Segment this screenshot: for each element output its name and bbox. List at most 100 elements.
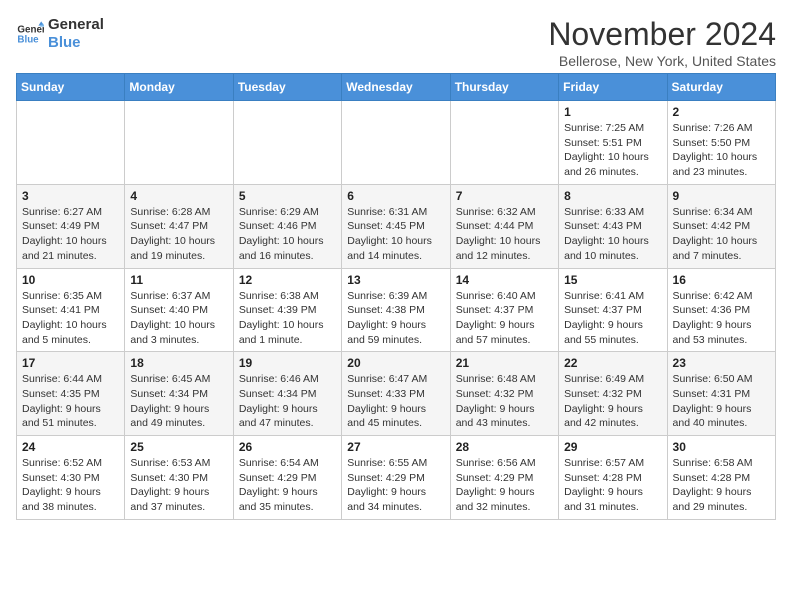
calendar-cell: 20 Sunrise: 6:47 AM Sunset: 4:33 PM Dayli…	[342, 352, 450, 436]
day-info: Sunrise: 6:42 AM Sunset: 4:36 PM Dayligh…	[673, 289, 770, 348]
weekday-header-tuesday: Tuesday	[233, 74, 341, 101]
calendar-cell: 1Sunrise: 7:25 AM Sunset: 5:51 PM Daylig…	[559, 101, 667, 185]
calendar-cell: 5Sunrise: 6:29 AM Sunset: 4:46 PM Daylig…	[233, 184, 341, 268]
day-info: Sunrise: 6:50 AM Sunset: 4:31 PM Dayligh…	[673, 372, 770, 431]
title-area: November 2024 Bellerose, New York, Unite…	[548, 16, 776, 69]
day-info: Sunrise: 6:54 AM Sunset: 4:29 PM Dayligh…	[239, 456, 336, 515]
day-info: Sunrise: 6:40 AM Sunset: 4:37 PM Dayligh…	[456, 289, 553, 348]
logo-icon: General Blue	[16, 20, 44, 48]
day-number: 3	[22, 189, 119, 203]
day-number: 16	[673, 273, 770, 287]
day-info: Sunrise: 6:56 AM Sunset: 4:29 PM Dayligh…	[456, 456, 553, 515]
calendar-cell: 25 Sunrise: 6:53 AM Sunset: 4:30 PM Dayli…	[125, 436, 233, 520]
day-info: Sunrise: 6:55 AM Sunset: 4:29 PM Dayligh…	[347, 456, 444, 515]
calendar-cell	[450, 101, 558, 185]
day-number: 20	[347, 356, 444, 370]
day-info: Sunrise: 6:32 AM Sunset: 4:44 PM Dayligh…	[456, 205, 553, 264]
weekday-header-friday: Friday	[559, 74, 667, 101]
day-number: 1	[564, 105, 661, 119]
calendar-cell: 24Sunrise: 6:52 AM Sunset: 4:30 PM Dayli…	[17, 436, 125, 520]
calendar-cell: 19Sunrise: 6:46 AM Sunset: 4:34 PM Dayli…	[233, 352, 341, 436]
day-number: 21	[456, 356, 553, 370]
week-row-5: 24Sunrise: 6:52 AM Sunset: 4:30 PM Dayli…	[17, 436, 776, 520]
day-info: Sunrise: 6:29 AM Sunset: 4:46 PM Dayligh…	[239, 205, 336, 264]
calendar-cell: 8Sunrise: 6:33 AM Sunset: 4:43 PM Daylig…	[559, 184, 667, 268]
calendar-cell	[125, 101, 233, 185]
weekday-header-saturday: Saturday	[667, 74, 775, 101]
day-info: Sunrise: 6:37 AM Sunset: 4:40 PM Dayligh…	[130, 289, 227, 348]
logo: General Blue General Blue	[16, 16, 104, 52]
week-row-4: 17Sunrise: 6:44 AM Sunset: 4:35 PM Dayli…	[17, 352, 776, 436]
day-info: Sunrise: 6:45 AM Sunset: 4:34 PM Dayligh…	[130, 372, 227, 431]
calendar-cell: 28 Sunrise: 6:56 AM Sunset: 4:29 PM Dayli…	[450, 436, 558, 520]
day-number: 12	[239, 273, 336, 287]
day-info: Sunrise: 6:57 AM Sunset: 4:28 PM Dayligh…	[564, 456, 661, 515]
weekday-header-thursday: Thursday	[450, 74, 558, 101]
day-info: Sunrise: 7:26 AM Sunset: 5:50 PM Dayligh…	[673, 121, 770, 180]
day-number: 2	[673, 105, 770, 119]
calendar-cell: 12 Sunrise: 6:38 AM Sunset: 4:39 PM Dayli…	[233, 268, 341, 352]
day-number: 24	[22, 440, 119, 454]
calendar-cell: 29Sunrise: 6:57 AM Sunset: 4:28 PM Dayli…	[559, 436, 667, 520]
day-info: Sunrise: 6:53 AM Sunset: 4:30 PM Dayligh…	[130, 456, 227, 515]
day-info: Sunrise: 6:41 AM Sunset: 4:37 PM Dayligh…	[564, 289, 661, 348]
calendar-cell: 14 Sunrise: 6:40 AM Sunset: 4:37 PM Dayli…	[450, 268, 558, 352]
calendar-cell: 6 Sunrise: 6:31 AM Sunset: 4:45 PM Daylig…	[342, 184, 450, 268]
day-number: 8	[564, 189, 661, 203]
day-info: Sunrise: 6:38 AM Sunset: 4:39 PM Dayligh…	[239, 289, 336, 348]
day-number: 6	[347, 189, 444, 203]
calendar-cell: 16 Sunrise: 6:42 AM Sunset: 4:36 PM Dayli…	[667, 268, 775, 352]
calendar-cell: 23Sunrise: 6:50 AM Sunset: 4:31 PM Dayli…	[667, 352, 775, 436]
day-number: 19	[239, 356, 336, 370]
day-number: 11	[130, 273, 227, 287]
weekday-header-sunday: Sunday	[17, 74, 125, 101]
weekday-header-row: SundayMondayTuesdayWednesdayThursdayFrid…	[17, 74, 776, 101]
weekday-header-monday: Monday	[125, 74, 233, 101]
calendar-cell: 9 Sunrise: 6:34 AM Sunset: 4:42 PM Daylig…	[667, 184, 775, 268]
calendar-cell: 22Sunrise: 6:49 AM Sunset: 4:32 PM Dayli…	[559, 352, 667, 436]
calendar-cell: 17Sunrise: 6:44 AM Sunset: 4:35 PM Dayli…	[17, 352, 125, 436]
calendar-cell: 30Sunrise: 6:58 AM Sunset: 4:28 PM Dayli…	[667, 436, 775, 520]
calendar-cell: 27 Sunrise: 6:55 AM Sunset: 4:29 PM Dayli…	[342, 436, 450, 520]
week-row-3: 10 Sunrise: 6:35 AM Sunset: 4:41 PM Dayli…	[17, 268, 776, 352]
day-info: Sunrise: 6:47 AM Sunset: 4:33 PM Dayligh…	[347, 372, 444, 431]
day-number: 27	[347, 440, 444, 454]
week-row-1: 1Sunrise: 7:25 AM Sunset: 5:51 PM Daylig…	[17, 101, 776, 185]
week-row-2: 3Sunrise: 6:27 AM Sunset: 4:49 PM Daylig…	[17, 184, 776, 268]
day-number: 26	[239, 440, 336, 454]
calendar-cell: 11 Sunrise: 6:37 AM Sunset: 4:40 PM Dayli…	[125, 268, 233, 352]
calendar-cell	[17, 101, 125, 185]
weekday-header-wednesday: Wednesday	[342, 74, 450, 101]
calendar-cell: 21Sunrise: 6:48 AM Sunset: 4:32 PM Dayli…	[450, 352, 558, 436]
calendar-cell: 18 Sunrise: 6:45 AM Sunset: 4:34 PM Dayli…	[125, 352, 233, 436]
calendar-cell: 2 Sunrise: 7:26 AM Sunset: 5:50 PM Daylig…	[667, 101, 775, 185]
logo-text-line1: General	[48, 16, 104, 34]
day-number: 9	[673, 189, 770, 203]
day-info: Sunrise: 6:58 AM Sunset: 4:28 PM Dayligh…	[673, 456, 770, 515]
header: General Blue General Blue November 2024 …	[16, 16, 776, 69]
calendar-cell: 10 Sunrise: 6:35 AM Sunset: 4:41 PM Dayli…	[17, 268, 125, 352]
day-number: 28	[456, 440, 553, 454]
day-info: Sunrise: 6:28 AM Sunset: 4:47 PM Dayligh…	[130, 205, 227, 264]
day-info: Sunrise: 6:31 AM Sunset: 4:45 PM Dayligh…	[347, 205, 444, 264]
calendar-cell: 4 Sunrise: 6:28 AM Sunset: 4:47 PM Daylig…	[125, 184, 233, 268]
day-number: 4	[130, 189, 227, 203]
day-number: 22	[564, 356, 661, 370]
day-number: 7	[456, 189, 553, 203]
day-number: 14	[456, 273, 553, 287]
calendar-cell: 26 Sunrise: 6:54 AM Sunset: 4:29 PM Dayli…	[233, 436, 341, 520]
day-info: Sunrise: 6:34 AM Sunset: 4:42 PM Dayligh…	[673, 205, 770, 264]
day-number: 15	[564, 273, 661, 287]
day-info: Sunrise: 6:39 AM Sunset: 4:38 PM Dayligh…	[347, 289, 444, 348]
svg-text:Blue: Blue	[17, 34, 39, 45]
day-number: 13	[347, 273, 444, 287]
day-info: Sunrise: 6:35 AM Sunset: 4:41 PM Dayligh…	[22, 289, 119, 348]
calendar-cell	[342, 101, 450, 185]
page-title: November 2024	[548, 16, 776, 53]
day-number: 10	[22, 273, 119, 287]
page-subtitle: Bellerose, New York, United States	[548, 53, 776, 69]
day-info: Sunrise: 6:44 AM Sunset: 4:35 PM Dayligh…	[22, 372, 119, 431]
day-number: 18	[130, 356, 227, 370]
day-number: 25	[130, 440, 227, 454]
logo-text-line2: Blue	[48, 34, 104, 52]
